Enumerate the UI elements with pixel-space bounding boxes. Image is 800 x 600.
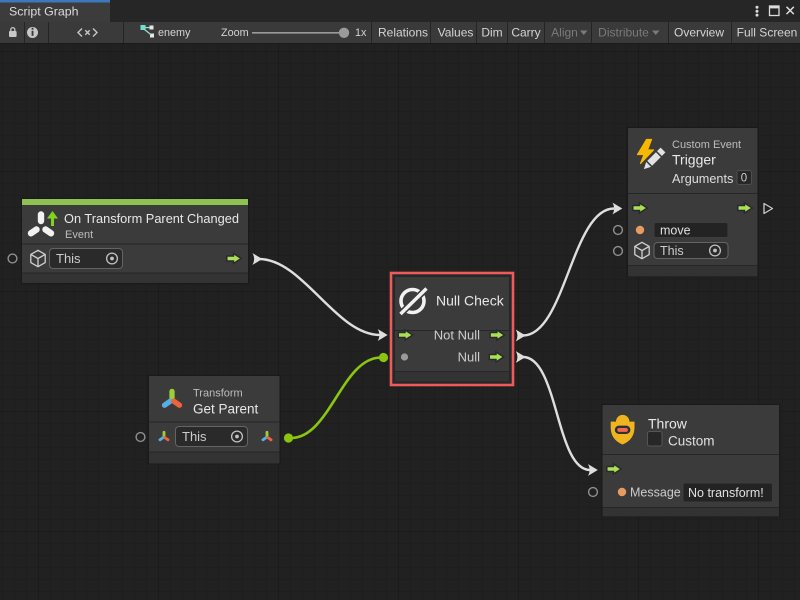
svg-text:This: This xyxy=(660,244,684,258)
svg-text:Arguments: Arguments xyxy=(672,172,733,186)
svg-text:Throw: Throw xyxy=(648,416,688,432)
svg-text:Values: Values xyxy=(438,26,474,40)
svg-text:This: This xyxy=(182,429,207,444)
svg-text:Transform: Transform xyxy=(193,388,243,400)
svg-text:1x: 1x xyxy=(355,27,367,39)
svg-text:Zoom: Zoom xyxy=(221,27,249,39)
svg-text:This: This xyxy=(56,251,81,266)
svg-text:Custom Event: Custom Event xyxy=(672,139,741,151)
svg-text:Script Graph: Script Graph xyxy=(9,5,79,19)
svg-text:Distribute: Distribute xyxy=(598,26,649,40)
svg-text:Message: Message xyxy=(630,486,681,500)
svg-text:No transform!: No transform! xyxy=(688,486,764,500)
svg-text:Align: Align xyxy=(551,26,578,40)
svg-text:On Transform Parent Changed: On Transform Parent Changed xyxy=(64,211,239,226)
svg-text:Carry: Carry xyxy=(511,26,540,40)
svg-text:Null Check: Null Check xyxy=(436,293,505,309)
svg-text:Not Null: Not Null xyxy=(434,328,480,343)
svg-text:Custom: Custom xyxy=(668,434,715,449)
svg-text:Overview: Overview xyxy=(674,26,724,40)
svg-text:Relations: Relations xyxy=(378,26,428,40)
svg-text:Get Parent: Get Parent xyxy=(193,402,259,417)
svg-text:move: move xyxy=(660,224,691,238)
svg-text:Trigger: Trigger xyxy=(672,152,716,168)
svg-text:Event: Event xyxy=(65,229,93,241)
svg-text:0: 0 xyxy=(741,173,747,185)
svg-text:Full Screen: Full Screen xyxy=(737,26,798,40)
svg-text:Dim: Dim xyxy=(481,26,502,40)
svg-text:enemy: enemy xyxy=(158,27,191,39)
svg-text:Null: Null xyxy=(458,349,481,364)
